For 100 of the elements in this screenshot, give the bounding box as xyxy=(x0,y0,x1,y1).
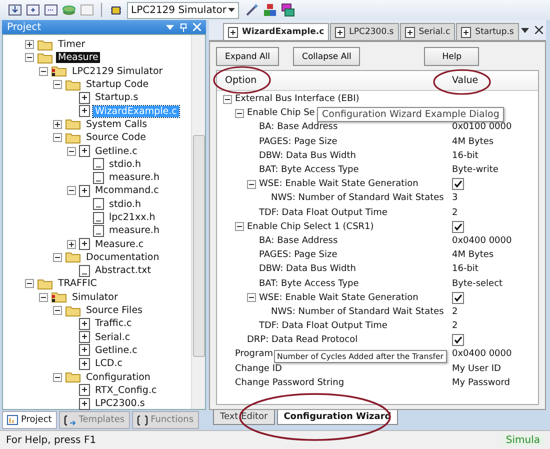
option-value[interactable]: 4M Bytes xyxy=(452,250,494,260)
windows-icon[interactable] xyxy=(281,3,295,17)
option-value[interactable]: My Password xyxy=(452,378,510,388)
tree-item[interactable]: Measure.c xyxy=(93,238,146,250)
collapse-icon[interactable] xyxy=(25,279,34,288)
tree-item[interactable]: Configuration xyxy=(84,372,152,383)
option-value[interactable]: 16-bit xyxy=(452,264,478,274)
option-value[interactable]: My User ID xyxy=(452,364,501,374)
expand-icon[interactable] xyxy=(53,120,62,129)
option-value[interactable]: 4M Bytes xyxy=(452,136,494,147)
option-label: External Bus Interface (EBI) xyxy=(235,94,360,104)
collapse-icon[interactable] xyxy=(53,80,62,90)
dropdown-icon[interactable] xyxy=(521,28,529,32)
tree-item[interactable]: stdio.h xyxy=(107,158,144,170)
checkbox[interactable] xyxy=(452,220,464,233)
tree-item[interactable]: Timer xyxy=(56,39,88,50)
source-file-icon xyxy=(79,184,90,197)
file-tab[interactable]: Startup.s xyxy=(456,23,519,40)
option-value[interactable]: 0x0400 0000 xyxy=(452,349,512,360)
collapse-icon[interactable] xyxy=(223,94,232,104)
option-value[interactable]: 16-bit xyxy=(452,150,478,161)
checkbox[interactable] xyxy=(452,334,464,346)
target-dropdown[interactable]: LPC2129 Simulator xyxy=(127,2,239,18)
tree-item[interactable]: Startup Code xyxy=(84,79,151,90)
collapse-icon[interactable] xyxy=(25,53,34,62)
close-icon[interactable] xyxy=(535,26,543,34)
option-value[interactable]: 3 xyxy=(452,193,458,204)
tree-item[interactable]: LCD.c xyxy=(93,358,124,370)
window-icon[interactable] xyxy=(44,3,58,17)
toolbar-button[interactable]: Help xyxy=(424,47,480,66)
tree-item[interactable]: TRAFFIC xyxy=(56,278,99,290)
tree-item[interactable]: stdio.h xyxy=(107,198,144,210)
file-tab[interactable]: WizardExample.c xyxy=(223,23,330,40)
scrollbar-thumb[interactable] xyxy=(192,135,204,357)
option-label: BA: Base Address xyxy=(259,122,338,132)
collapse-icon[interactable] xyxy=(53,252,62,262)
window-icon[interactable] xyxy=(26,3,40,17)
collapse-icon[interactable] xyxy=(53,306,62,316)
file-icon xyxy=(93,198,104,210)
download-icon[interactable] xyxy=(8,3,22,17)
collapse-icon[interactable] xyxy=(67,186,76,196)
checkbox[interactable] xyxy=(452,178,464,190)
option-value[interactable]: Byte-select xyxy=(452,278,503,289)
tree-item[interactable]: System Calls xyxy=(84,118,150,130)
collapse-icon[interactable] xyxy=(235,108,244,118)
tree-item[interactable]: Serial.c xyxy=(93,332,132,343)
collapse-icon[interactable] xyxy=(247,180,256,189)
file-icon xyxy=(93,172,104,184)
tree-item[interactable]: Mcommand.c xyxy=(93,185,161,196)
collapse-icon[interactable] xyxy=(67,146,76,156)
view-tab[interactable]: Text Editor xyxy=(213,410,275,425)
option-value[interactable]: 2 xyxy=(452,321,458,332)
tree-item[interactable]: lpc21xx.h xyxy=(107,212,158,223)
option-value[interactable]: 0x0100 0000 xyxy=(452,122,512,132)
tree-item[interactable]: Startup.s xyxy=(93,92,140,104)
tree-item[interactable]: Abstract.txt xyxy=(93,265,153,276)
tree-item[interactable]: Source Code xyxy=(84,132,148,144)
option-label: Enable Chip Select 1 (CSR1) xyxy=(247,222,374,232)
file-tab[interactable]: LPC2300.s xyxy=(330,23,399,40)
tree-item[interactable]: Getline.c xyxy=(93,344,140,356)
tree-item[interactable]: measure.h xyxy=(107,172,162,184)
option-label: DBW: Data Bus Width xyxy=(259,264,356,274)
blocks-icon[interactable] xyxy=(263,3,277,17)
file-tab[interactable]: Serial.c xyxy=(400,23,456,40)
toolbar-button[interactable]: Collapse All xyxy=(293,47,360,66)
option-label: DBW: Data Bus Width xyxy=(259,150,356,161)
collapse-icon[interactable] xyxy=(53,372,62,382)
tree-item[interactable]: Source Files xyxy=(84,305,144,316)
collapse-icon[interactable] xyxy=(235,222,244,232)
panel-tab[interactable]: Project xyxy=(2,411,57,429)
collapse-icon[interactable] xyxy=(39,66,48,76)
scrollbar[interactable] xyxy=(191,35,205,409)
caret-icon xyxy=(228,8,235,12)
tree-item[interactable]: LPC2300.s xyxy=(93,398,147,410)
folder-icon xyxy=(65,78,81,91)
expand-icon[interactable] xyxy=(67,240,76,249)
column-header[interactable]: Option xyxy=(217,75,452,86)
option-value[interactable]: 0x0400 0000 xyxy=(452,236,512,246)
option-label: Enable Chip Se xyxy=(247,108,315,118)
tree-item[interactable]: measure.h xyxy=(107,225,162,236)
option-value[interactable]: 2 xyxy=(452,306,458,317)
column-header[interactable]: Value xyxy=(452,75,538,86)
option-value[interactable]: Byte-write xyxy=(452,165,498,176)
pin-icon[interactable] xyxy=(180,22,187,32)
checkbox[interactable] xyxy=(452,292,464,304)
collapse-icon[interactable] xyxy=(53,133,62,142)
tree-item[interactable]: Simulator xyxy=(70,292,120,303)
tree-item[interactable]: Measure xyxy=(56,52,100,64)
toolbar-button[interactable]: Expand All xyxy=(216,47,280,66)
tree-item[interactable]: LPC2129 Simulator xyxy=(70,66,165,77)
tree-item[interactable]: Getline.c xyxy=(93,146,140,157)
option-value[interactable]: 2 xyxy=(452,208,458,218)
tree-item[interactable]: RTX_Config.c xyxy=(93,384,159,396)
stack-icon[interactable] xyxy=(62,3,76,17)
collapse-icon[interactable] xyxy=(39,292,48,302)
wand-icon[interactable] xyxy=(245,3,259,17)
tree-item[interactable]: Traffic.c xyxy=(93,318,134,330)
expand-icon[interactable] xyxy=(25,40,34,50)
tree-item[interactable]: Documentation xyxy=(84,252,162,263)
collapse-icon[interactable] xyxy=(247,293,256,302)
